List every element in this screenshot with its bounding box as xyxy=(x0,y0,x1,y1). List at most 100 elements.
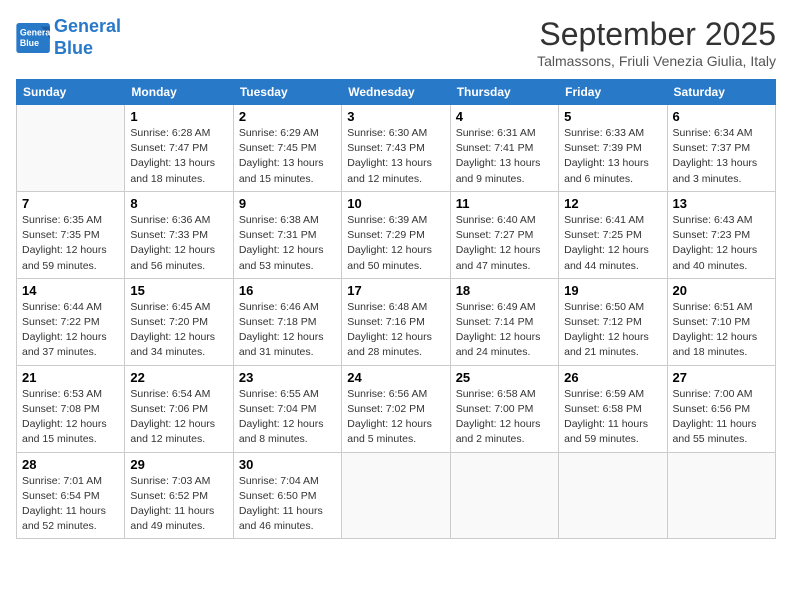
calendar-cell: 27 Sunrise: 7:00 AMSunset: 6:56 PMDayligh… xyxy=(667,365,775,452)
calendar-cell: 6 Sunrise: 6:34 AMSunset: 7:37 PMDaylight… xyxy=(667,105,775,192)
calendar-cell: 12 Sunrise: 6:41 AMSunset: 7:25 PMDayligh… xyxy=(559,191,667,278)
day-info: Sunrise: 6:58 AMSunset: 7:00 PMDaylight:… xyxy=(456,387,553,448)
calendar-cell: 22 Sunrise: 6:54 AMSunset: 7:06 PMDayligh… xyxy=(125,365,233,452)
calendar-cell: 5 Sunrise: 6:33 AMSunset: 7:39 PMDaylight… xyxy=(559,105,667,192)
calendar-cell: 8 Sunrise: 6:36 AMSunset: 7:33 PMDaylight… xyxy=(125,191,233,278)
day-number: 10 xyxy=(347,196,444,211)
calendar-cell xyxy=(559,452,667,539)
calendar-cell: 14 Sunrise: 6:44 AMSunset: 7:22 PMDayligh… xyxy=(17,278,125,365)
day-number: 24 xyxy=(347,370,444,385)
day-number: 27 xyxy=(673,370,770,385)
calendar-week-5: 28 Sunrise: 7:01 AMSunset: 6:54 PMDayligh… xyxy=(17,452,776,539)
day-number: 22 xyxy=(130,370,227,385)
day-number: 18 xyxy=(456,283,553,298)
calendar-cell: 1Sunrise: 6:28 AMSunset: 7:47 PMDaylight… xyxy=(125,105,233,192)
calendar-cell: 19Sunrise: 6:50 AMSunset: 7:12 PMDayligh… xyxy=(559,278,667,365)
calendar-cell: 13 Sunrise: 6:43 AMSunset: 7:23 PMDayligh… xyxy=(667,191,775,278)
calendar-cell: 24 Sunrise: 6:56 AMSunset: 7:02 PMDayligh… xyxy=(342,365,450,452)
calendar-cell: 28 Sunrise: 7:01 AMSunset: 6:54 PMDayligh… xyxy=(17,452,125,539)
calendar-cell: 2Sunrise: 6:29 AMSunset: 7:45 PMDaylight… xyxy=(233,105,341,192)
calendar-cell xyxy=(667,452,775,539)
calendar-cell: 3Sunrise: 6:30 AMSunset: 7:43 PMDaylight… xyxy=(342,105,450,192)
calendar-week-1: 1Sunrise: 6:28 AMSunset: 7:47 PMDaylight… xyxy=(17,105,776,192)
calendar-cell: 25 Sunrise: 6:58 AMSunset: 7:00 PMDayligh… xyxy=(450,365,558,452)
col-friday: Friday xyxy=(559,80,667,105)
day-info: Sunrise: 6:49 AMSunset: 7:14 PMDaylight:… xyxy=(456,300,553,361)
calendar-cell xyxy=(17,105,125,192)
day-number: 30 xyxy=(239,457,336,472)
day-number: 7 xyxy=(22,196,119,211)
day-number: 5 xyxy=(564,109,661,124)
calendar-cell: 9 Sunrise: 6:38 AMSunset: 7:31 PMDaylight… xyxy=(233,191,341,278)
calendar-cell: 16Sunrise: 6:46 AMSunset: 7:18 PMDayligh… xyxy=(233,278,341,365)
day-info: Sunrise: 6:45 AMSunset: 7:20 PMDaylight:… xyxy=(130,300,227,361)
day-number: 14 xyxy=(22,283,119,298)
day-info: Sunrise: 6:36 AMSunset: 7:33 PMDaylight:… xyxy=(130,213,227,274)
day-info: Sunrise: 6:56 AMSunset: 7:02 PMDaylight:… xyxy=(347,387,444,448)
calendar-cell: 17 Sunrise: 6:48 AMSunset: 7:16 PMDayligh… xyxy=(342,278,450,365)
day-info: Sunrise: 6:59 AMSunset: 6:58 PMDaylight:… xyxy=(564,387,661,448)
day-number: 28 xyxy=(22,457,119,472)
calendar-cell: 11Sunrise: 6:40 AMSunset: 7:27 PMDayligh… xyxy=(450,191,558,278)
day-info: Sunrise: 6:29 AMSunset: 7:45 PMDaylight:… xyxy=(239,126,336,187)
day-info: Sunrise: 7:03 AMSunset: 6:52 PMDaylight:… xyxy=(130,474,227,535)
day-info: Sunrise: 7:00 AMSunset: 6:56 PMDaylight:… xyxy=(673,387,770,448)
calendar-table: Sunday Monday Tuesday Wednesday Thursday… xyxy=(16,79,776,539)
day-info: Sunrise: 6:53 AMSunset: 7:08 PMDaylight:… xyxy=(22,387,119,448)
day-info: Sunrise: 6:35 AMSunset: 7:35 PMDaylight:… xyxy=(22,213,119,274)
calendar-cell: 21 Sunrise: 6:53 AMSunset: 7:08 PMDayligh… xyxy=(17,365,125,452)
col-wednesday: Wednesday xyxy=(342,80,450,105)
calendar-cell: 18 Sunrise: 6:49 AMSunset: 7:14 PMDayligh… xyxy=(450,278,558,365)
day-number: 21 xyxy=(22,370,119,385)
calendar-cell: 10Sunrise: 6:39 AMSunset: 7:29 PMDayligh… xyxy=(342,191,450,278)
day-info: Sunrise: 6:54 AMSunset: 7:06 PMDaylight:… xyxy=(130,387,227,448)
day-number: 8 xyxy=(130,196,227,211)
day-info: Sunrise: 6:33 AMSunset: 7:39 PMDaylight:… xyxy=(564,126,661,187)
svg-text:General: General xyxy=(20,27,52,37)
calendar-week-2: 7 Sunrise: 6:35 AMSunset: 7:35 PMDaylight… xyxy=(17,191,776,278)
day-number: 25 xyxy=(456,370,553,385)
day-number: 4 xyxy=(456,109,553,124)
day-number: 9 xyxy=(239,196,336,211)
day-info: Sunrise: 6:44 AMSunset: 7:22 PMDaylight:… xyxy=(22,300,119,361)
svg-text:Blue: Blue xyxy=(20,38,39,48)
day-info: Sunrise: 6:43 AMSunset: 7:23 PMDaylight:… xyxy=(673,213,770,274)
logo-icon: General Blue xyxy=(16,23,52,53)
calendar-week-4: 21 Sunrise: 6:53 AMSunset: 7:08 PMDayligh… xyxy=(17,365,776,452)
col-monday: Monday xyxy=(125,80,233,105)
day-info: Sunrise: 6:34 AMSunset: 7:37 PMDaylight:… xyxy=(673,126,770,187)
day-number: 17 xyxy=(347,283,444,298)
calendar-cell: 30 Sunrise: 7:04 AMSunset: 6:50 PMDayligh… xyxy=(233,452,341,539)
day-number: 26 xyxy=(564,370,661,385)
day-number: 19 xyxy=(564,283,661,298)
day-number: 29 xyxy=(130,457,227,472)
day-info: Sunrise: 6:41 AMSunset: 7:25 PMDaylight:… xyxy=(564,213,661,274)
day-number: 12 xyxy=(564,196,661,211)
day-info: Sunrise: 6:38 AMSunset: 7:31 PMDaylight:… xyxy=(239,213,336,274)
day-number: 13 xyxy=(673,196,770,211)
day-info: Sunrise: 6:55 AMSunset: 7:04 PMDaylight:… xyxy=(239,387,336,448)
day-info: Sunrise: 7:01 AMSunset: 6:54 PMDaylight:… xyxy=(22,474,119,535)
calendar-cell: 7 Sunrise: 6:35 AMSunset: 7:35 PMDaylight… xyxy=(17,191,125,278)
day-info: Sunrise: 6:40 AMSunset: 7:27 PMDaylight:… xyxy=(456,213,553,274)
day-number: 16 xyxy=(239,283,336,298)
title-section: September 2025 Talmassons, Friuli Venezi… xyxy=(537,16,776,69)
calendar-cell: 26 Sunrise: 6:59 AMSunset: 6:58 PMDayligh… xyxy=(559,365,667,452)
calendar-cell: 4 Sunrise: 6:31 AMSunset: 7:41 PMDaylight… xyxy=(450,105,558,192)
page-header: General Blue GeneralBlue September 2025 … xyxy=(16,16,776,69)
calendar-cell: 23Sunrise: 6:55 AMSunset: 7:04 PMDayligh… xyxy=(233,365,341,452)
calendar-cell xyxy=(342,452,450,539)
day-info: Sunrise: 6:48 AMSunset: 7:16 PMDaylight:… xyxy=(347,300,444,361)
col-tuesday: Tuesday xyxy=(233,80,341,105)
day-number: 6 xyxy=(673,109,770,124)
calendar-header-row: Sunday Monday Tuesday Wednesday Thursday… xyxy=(17,80,776,105)
calendar-cell: 29 Sunrise: 7:03 AMSunset: 6:52 PMDayligh… xyxy=(125,452,233,539)
day-number: 20 xyxy=(673,283,770,298)
calendar-cell: 20Sunrise: 6:51 AMSunset: 7:10 PMDayligh… xyxy=(667,278,775,365)
day-number: 3 xyxy=(347,109,444,124)
month-title: September 2025 xyxy=(537,16,776,53)
day-number: 15 xyxy=(130,283,227,298)
day-info: Sunrise: 6:31 AMSunset: 7:41 PMDaylight:… xyxy=(456,126,553,187)
day-info: Sunrise: 7:04 AMSunset: 6:50 PMDaylight:… xyxy=(239,474,336,535)
col-sunday: Sunday xyxy=(17,80,125,105)
